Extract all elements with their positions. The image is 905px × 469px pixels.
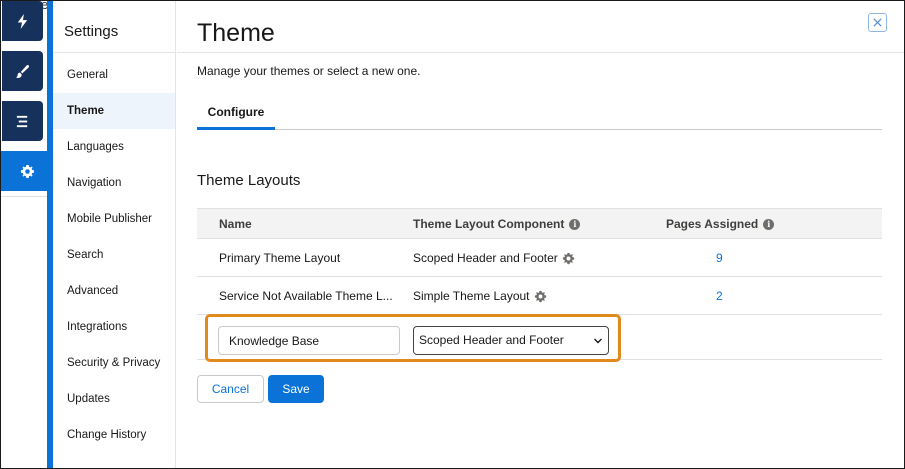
lightning-icon xyxy=(17,13,28,29)
column-header-name: Name xyxy=(219,217,252,231)
nav-item-change-history[interactable]: Change History xyxy=(53,417,175,453)
close-button[interactable] xyxy=(868,13,887,32)
cancel-button[interactable]: Cancel xyxy=(197,375,264,403)
components-button[interactable] xyxy=(2,1,43,41)
pages-assigned-link[interactable]: 9 xyxy=(716,239,723,277)
column-header-component: Theme Layout Component i xyxy=(413,209,581,240)
nav-item-integrations[interactable]: Integrations xyxy=(53,309,175,345)
page-title: Theme xyxy=(197,19,275,47)
gear-icon xyxy=(20,164,34,178)
nav-item-theme[interactable]: Theme xyxy=(53,93,175,129)
table-row: Service Not Available Theme L... Simple … xyxy=(197,277,882,315)
save-button[interactable]: Save xyxy=(268,375,324,403)
gear-icon[interactable] xyxy=(534,290,547,303)
layout-component-cell: Simple Theme Layout xyxy=(413,277,547,315)
tab-bar: Configure xyxy=(197,97,882,130)
new-layout-row: Scoped Header and Footer xyxy=(197,314,882,362)
nav-item-advanced[interactable]: Advanced xyxy=(53,273,175,309)
tab-configure[interactable]: Configure xyxy=(197,97,275,130)
page-structure-button[interactable] xyxy=(2,101,43,141)
nav-item-navigation[interactable]: Navigation xyxy=(53,165,175,201)
pages-assigned-link[interactable]: 2 xyxy=(716,277,723,315)
column-header-pages: Pages Assigned i xyxy=(666,209,775,240)
info-icon[interactable]: i xyxy=(569,219,581,230)
title-divider xyxy=(177,52,904,53)
builder-icon-rail: e xyxy=(1,1,53,468)
nav-item-search[interactable]: Search xyxy=(53,237,175,273)
page-description: Manage your themes or select a new one. xyxy=(197,64,421,78)
info-icon[interactable]: i xyxy=(763,219,775,230)
section-title: Theme Layouts xyxy=(197,172,301,189)
table-row: Primary Theme Layout Scoped Header and F… xyxy=(197,239,882,277)
nav-divider xyxy=(53,52,176,53)
page-structure-icon xyxy=(16,115,28,127)
theme-button[interactable] xyxy=(2,51,43,91)
paintbrush-icon xyxy=(15,64,30,78)
gear-icon[interactable] xyxy=(562,252,575,265)
settings-button[interactable] xyxy=(1,151,53,191)
layout-name-cell: Primary Theme Layout xyxy=(219,251,341,265)
nav-item-languages[interactable]: Languages xyxy=(53,129,175,165)
layout-name-cell: Service Not Available Theme L... xyxy=(219,289,393,303)
close-icon xyxy=(873,18,882,27)
table-header: Name Theme Layout Component i Pages Assi… xyxy=(197,208,882,239)
settings-title: Settings xyxy=(64,23,119,40)
nav-item-mobile-publisher[interactable]: Mobile Publisher xyxy=(53,201,175,237)
settings-nav: Settings General Theme Languages Navigat… xyxy=(53,1,176,468)
nav-item-security-privacy[interactable]: Security & Privacy xyxy=(53,345,175,381)
layout-component-cell: Scoped Header and Footer xyxy=(413,239,575,277)
theme-panel: Theme Manage your themes or select a new… xyxy=(177,1,904,468)
nav-item-general[interactable]: General xyxy=(53,57,175,93)
highlight-annotation xyxy=(205,314,621,362)
settings-window: e Settings General Theme Languages Navig… xyxy=(0,0,905,469)
nav-item-updates[interactable]: Updates xyxy=(53,381,175,417)
